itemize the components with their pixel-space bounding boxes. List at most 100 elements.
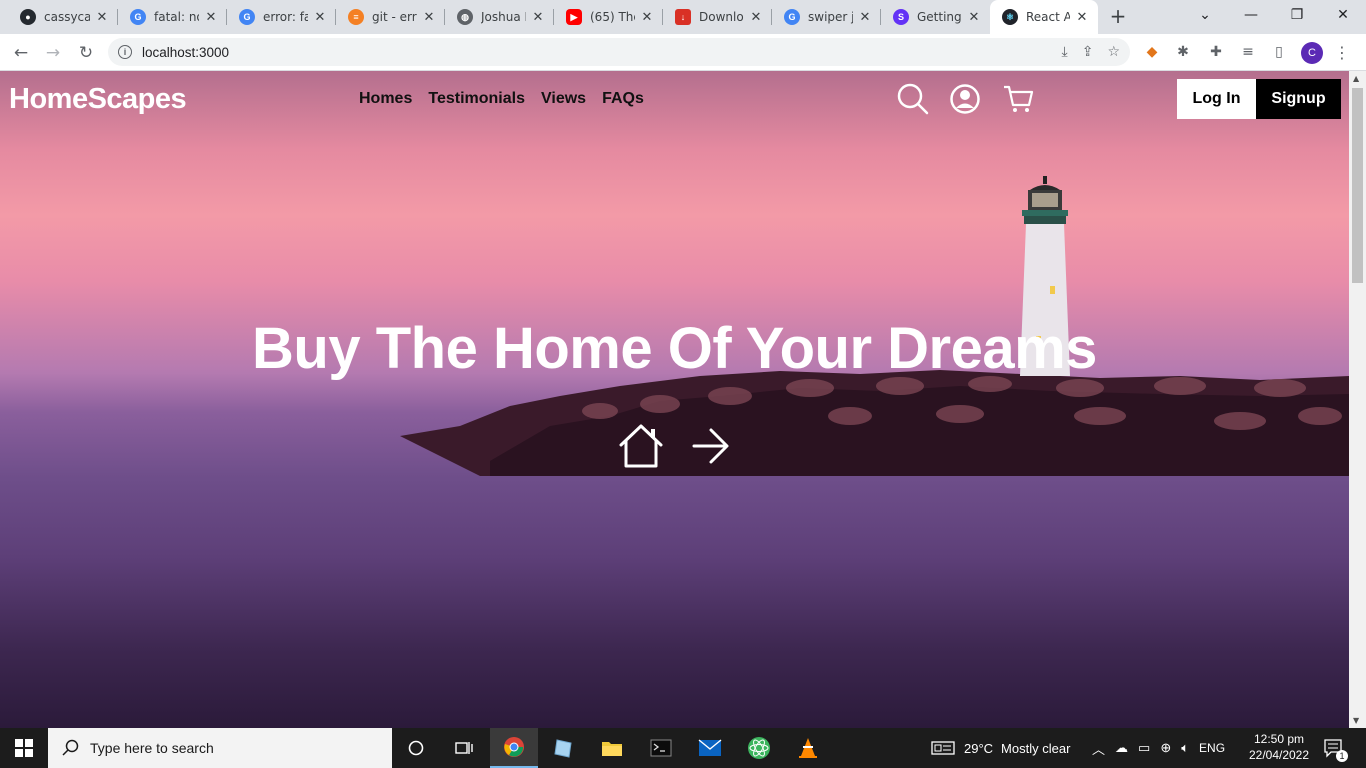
close-tab-icon[interactable]: ✕ [312, 9, 328, 25]
chrome-menu-icon[interactable]: ⋮ [1334, 42, 1350, 64]
tab-title: error: fa [263, 10, 308, 24]
profile-avatar[interactable]: C [1301, 42, 1323, 64]
site-brand-logo[interactable]: HomeScapes [9, 83, 187, 116]
taskbar-notepad[interactable] [539, 728, 587, 768]
bookmark-star-icon[interactable]: ☆ [1107, 44, 1120, 60]
bug-extension-icon[interactable]: ✱ [1173, 42, 1193, 62]
onedrive-cloud-icon[interactable]: ☁ [1115, 740, 1128, 756]
globe-icon: ◍ [457, 9, 473, 25]
search-placeholder: Type here to search [90, 740, 214, 756]
react-icon: ⚛ [1002, 9, 1018, 25]
language-indicator[interactable]: ENG [1199, 741, 1225, 755]
reload-button[interactable]: ↻ [73, 40, 99, 66]
taskbar-mail[interactable] [686, 728, 734, 768]
scroll-down-icon[interactable]: ▼ [1353, 716, 1359, 725]
install-app-icon[interactable]: ⤓ [1062, 44, 1068, 60]
hero-actions [617, 423, 731, 469]
arrow-right-icon[interactable] [691, 423, 731, 469]
back-button[interactable]: ← [8, 40, 34, 66]
side-panel-icon[interactable]: ▯ [1269, 42, 1289, 62]
browser-tab[interactable]: G swiper js ✕ [772, 0, 881, 34]
close-tab-icon[interactable]: ✕ [203, 9, 219, 25]
windows-taskbar: Type here to search 29°C Mostly clear ︿ … [0, 728, 1366, 768]
close-tab-icon[interactable]: ✕ [94, 9, 110, 25]
nav-link-testimonials[interactable]: Testimonials [428, 90, 525, 108]
folder-icon [602, 742, 622, 756]
reading-list-icon[interactable]: ≡ [1238, 42, 1258, 62]
chrome-icon [504, 737, 524, 757]
close-tab-icon[interactable]: ✕ [1074, 9, 1090, 25]
search-icon[interactable] [897, 83, 929, 115]
taskbar-search-box[interactable]: Type here to search [48, 728, 392, 768]
cortana-circle-icon [408, 740, 424, 756]
taskbar-file-explorer[interactable] [588, 728, 636, 768]
taskbar-clock[interactable]: 12:50 pm 22/04/2022 [1240, 731, 1318, 763]
tray-chevron-up-icon[interactable]: ︿ [1092, 739, 1105, 758]
browser-tab-active[interactable]: ⚛ React Ap ✕ [990, 0, 1098, 34]
close-window-button[interactable]: ✕ [1320, 0, 1366, 30]
taskbar-terminal[interactable] [637, 728, 685, 768]
close-tab-icon[interactable]: ✕ [530, 9, 546, 25]
close-tab-icon[interactable]: ✕ [639, 9, 655, 25]
browser-tab[interactable]: ≡ git - erro ✕ [336, 0, 445, 34]
site-info-icon[interactable]: i [118, 45, 132, 59]
address-bar[interactable]: i localhost:3000 ⤓ ⇪ ☆ [108, 38, 1130, 66]
metamask-fox-icon[interactable]: ◆ [1142, 42, 1162, 62]
cortana-button[interactable] [392, 728, 440, 768]
taskbar-vlc[interactable] [784, 728, 832, 768]
task-view-icon [455, 742, 473, 754]
tab-search-icon[interactable]: ⌄ [1182, 0, 1228, 30]
browser-tab[interactable]: ◍ Joshua L ✕ [445, 0, 554, 34]
network-globe-icon[interactable]: ⊕ [1160, 740, 1171, 756]
signup-button[interactable]: Signup [1256, 79, 1341, 119]
minimize-button[interactable]: — [1228, 0, 1274, 30]
page-scrollbar[interactable]: ▲ ▼ [1349, 71, 1366, 728]
github-icon: ● [20, 9, 36, 25]
url-text[interactable]: localhost:3000 [142, 45, 229, 60]
close-tab-icon[interactable]: ✕ [421, 9, 437, 25]
browser-tab[interactable]: ▶ (65) The ✕ [554, 0, 663, 34]
volume-icon[interactable]: 🔈︎ [1181, 740, 1189, 756]
taskbar-chrome[interactable] [490, 728, 538, 768]
browser-tab[interactable]: G fatal: no ✕ [118, 0, 227, 34]
browser-tab[interactable]: S Getting ✕ [881, 0, 990, 34]
tab-title: Getting [917, 10, 962, 24]
browser-tab[interactable]: ● cassycas ✕ [8, 0, 118, 34]
new-tab-button[interactable]: + [1108, 6, 1128, 27]
nav-link-views[interactable]: Views [541, 90, 586, 108]
share-icon[interactable]: ⇪ [1082, 44, 1094, 60]
shopping-cart-icon[interactable] [1002, 83, 1034, 115]
nav-link-faqs[interactable]: FAQs [602, 90, 644, 108]
task-view-button[interactable] [440, 728, 488, 768]
clock-date: 22/04/2022 [1248, 748, 1310, 762]
close-tab-icon[interactable]: ✕ [857, 9, 873, 25]
home-icon[interactable] [617, 423, 665, 469]
login-button[interactable]: Log In [1177, 79, 1256, 119]
stackoverflow-icon: ≡ [348, 9, 364, 25]
close-tab-icon[interactable]: ✕ [748, 9, 764, 25]
close-tab-icon[interactable]: ✕ [966, 9, 982, 25]
windows-logo-icon [15, 739, 33, 757]
notification-center-button[interactable]: 1 [1322, 728, 1348, 768]
battery-icon[interactable]: ▭ [1138, 740, 1150, 756]
scrollbar-thumb[interactable] [1352, 88, 1363, 283]
clock-time: 12:50 pm [1253, 732, 1305, 746]
browser-tab[interactable]: G error: fa ✕ [227, 0, 336, 34]
windows-start-button[interactable] [0, 728, 48, 768]
taskbar-atom[interactable] [735, 728, 783, 768]
restore-button[interactable]: ❐ [1274, 0, 1320, 30]
weather-widget[interactable]: 29°C Mostly clear [931, 728, 1070, 768]
scroll-up-icon[interactable]: ▲ [1353, 74, 1359, 83]
tab-title: fatal: no [154, 10, 199, 24]
weather-condition: Mostly clear [1001, 740, 1071, 756]
user-account-icon[interactable] [949, 83, 981, 115]
browser-tab[interactable]: ↓ Downloa ✕ [663, 0, 772, 34]
browser-toolbar: ← → ↻ i localhost:3000 ⤓ ⇪ ☆ ◆ ✱ ✚ ≡ ▯ C… [0, 34, 1366, 71]
forward-button[interactable]: → [40, 40, 66, 66]
extensions-puzzle-icon[interactable]: ✚ [1206, 42, 1226, 62]
system-tray: ︿ ☁ ▭ ⊕ 🔈︎ ENG [1092, 728, 1225, 768]
tab-title: (65) The [590, 10, 635, 24]
omnibox-actions: ⤓ ⇪ ☆ [1062, 38, 1121, 66]
nav-link-homes[interactable]: Homes [359, 90, 412, 108]
main-nav: Homes Testimonials Views FAQs [359, 90, 644, 108]
